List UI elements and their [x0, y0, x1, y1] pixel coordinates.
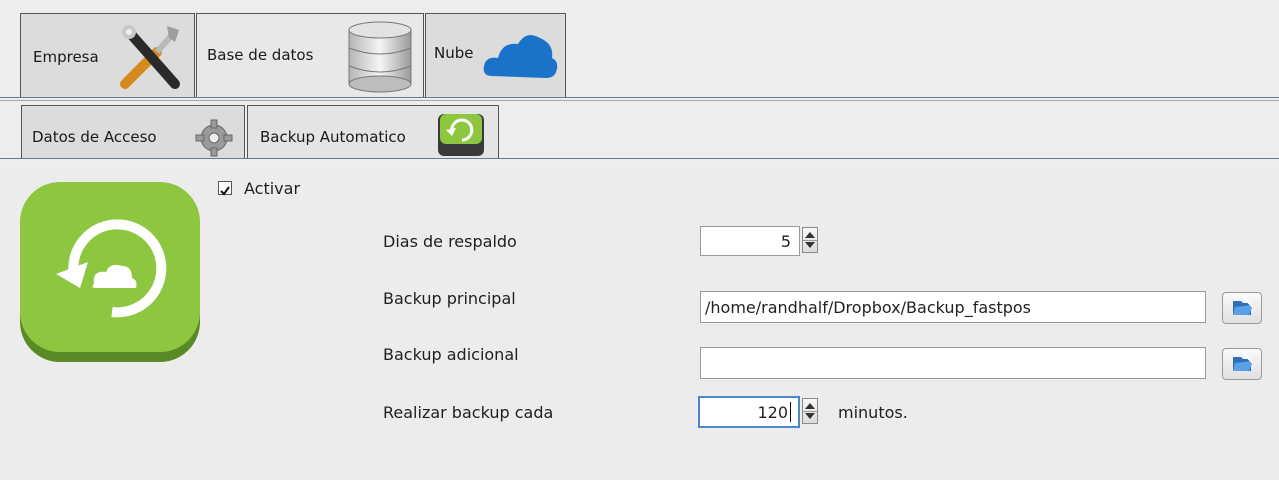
- tab-empresa[interactable]: Empresa: [20, 13, 195, 97]
- tab-base-de-datos-label: Base de datos: [207, 46, 314, 64]
- dias-input[interactable]: 5: [700, 226, 800, 256]
- stepper-down-icon[interactable]: [805, 413, 815, 419]
- cloud-icon: [482, 28, 558, 84]
- top-tab-separator: [0, 97, 1279, 98]
- text-cursor: [790, 402, 791, 422]
- tab-empresa-label: Empresa: [33, 48, 99, 66]
- dias-label: Dias de respaldo: [383, 232, 517, 251]
- cada-unit-label: minutos.: [838, 403, 908, 422]
- tab-datos-de-acceso[interactable]: Datos de Acceso: [21, 105, 245, 159]
- principal-browse-button[interactable]: [1222, 292, 1262, 324]
- top-tab-bar: Empresa Base de datos Nube: [0, 0, 1279, 100]
- folder-open-icon: [1233, 354, 1254, 371]
- dias-stepper[interactable]: [802, 227, 818, 253]
- adicional-label: Backup adicional: [383, 345, 519, 364]
- principal-input[interactable]: /home/randhalf/Dropbox/Backup_fastpos: [700, 291, 1206, 323]
- gear-icon: [192, 116, 236, 160]
- activar-checkbox[interactable]: [218, 181, 232, 196]
- adicional-browse-button[interactable]: [1222, 348, 1262, 380]
- backup-drive-icon: [436, 110, 486, 158]
- tab-nube[interactable]: Nube: [425, 13, 566, 97]
- cada-label: Realizar backup cada: [383, 403, 554, 422]
- cada-stepper[interactable]: [802, 398, 818, 424]
- dias-value: 5: [780, 232, 791, 251]
- backup-logo-icon: [16, 178, 204, 366]
- activar-label: Activar: [244, 179, 301, 198]
- cada-input[interactable]: 120: [698, 396, 800, 428]
- tab-backup-automatico[interactable]: Backup Automatico: [247, 105, 499, 159]
- cada-value: 120: [757, 403, 788, 422]
- folder-open-icon: [1233, 298, 1254, 315]
- adicional-input[interactable]: [700, 347, 1206, 379]
- tab-backup-automatico-label: Backup Automatico: [260, 128, 406, 146]
- database-icon: [345, 20, 415, 94]
- tab-nube-label: Nube: [434, 44, 474, 62]
- stepper-up-icon[interactable]: [805, 403, 815, 409]
- tab-datos-de-acceso-label: Datos de Acceso: [32, 128, 157, 146]
- tab-base-de-datos[interactable]: Base de datos: [196, 13, 424, 97]
- sub-tab-separator: [0, 158, 1279, 159]
- sub-tab-bar: Datos de Acceso Backup Automatico: [0, 101, 1279, 159]
- principal-value: /home/randhalf/Dropbox/Backup_fastpos: [705, 298, 1032, 317]
- principal-label: Backup principal: [383, 289, 516, 308]
- stepper-down-icon[interactable]: [805, 242, 815, 248]
- tools-icon: [117, 22, 183, 92]
- stepper-up-icon[interactable]: [805, 232, 815, 238]
